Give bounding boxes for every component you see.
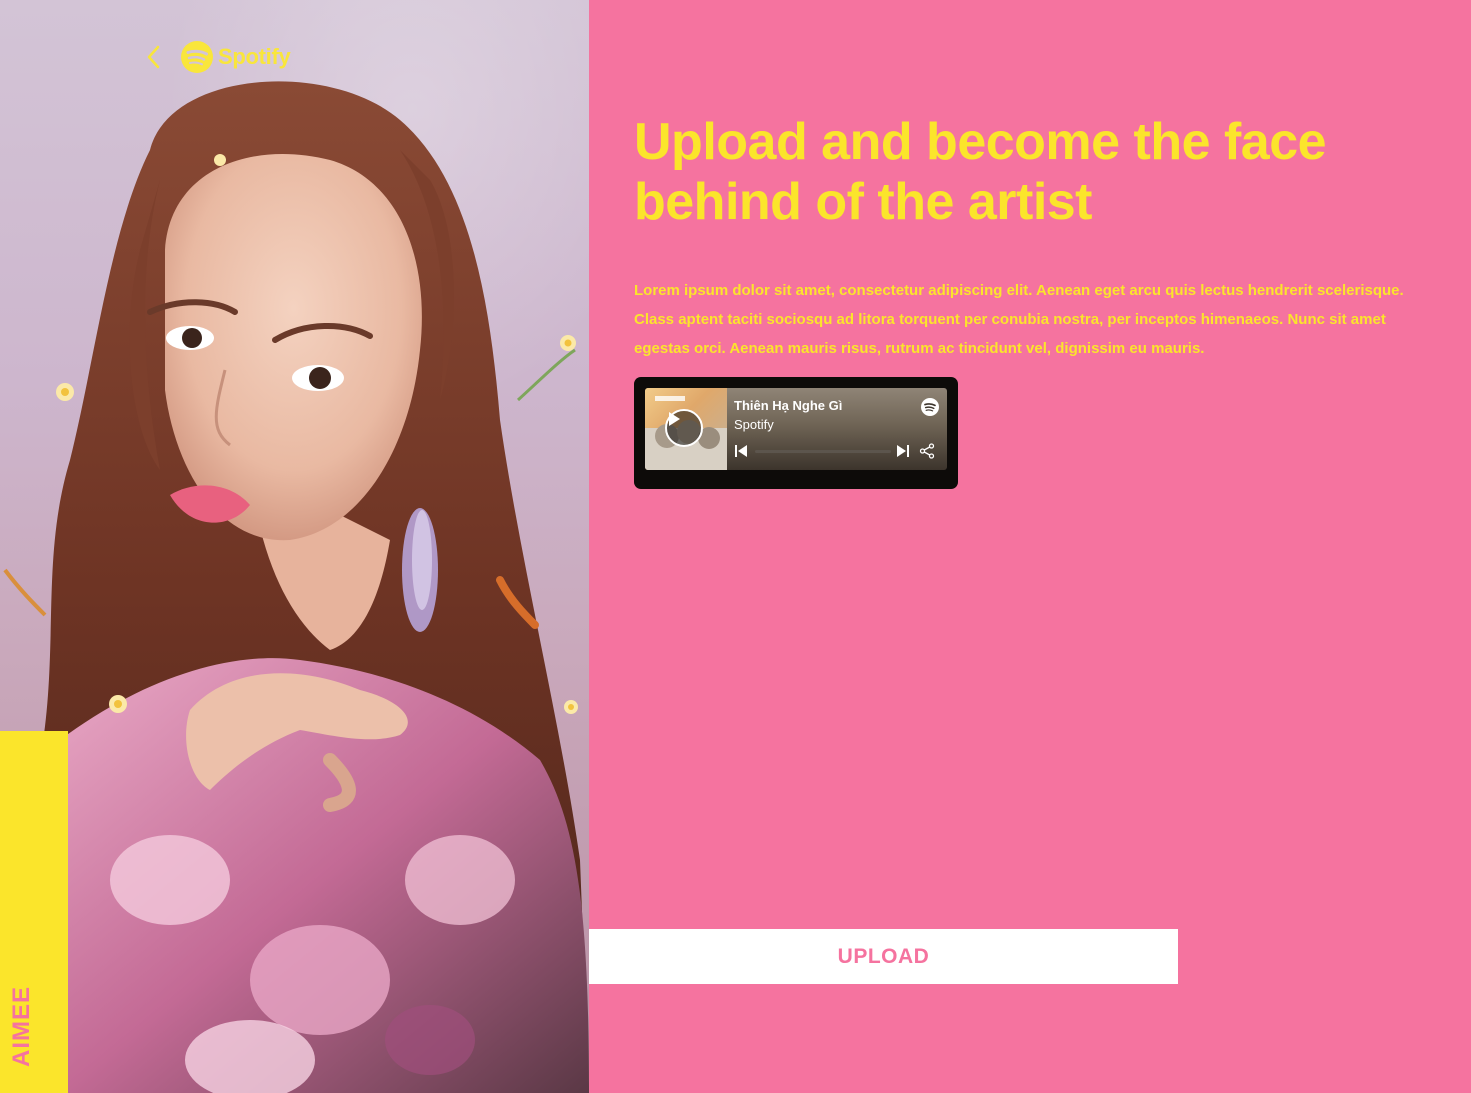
skip-forward-icon[interactable] [897,445,909,457]
spotify-logo[interactable]: Spotify [180,40,291,74]
artist-photo-panel: Spotify AIMEE [0,0,589,1093]
artist-portrait-image [3,81,589,1093]
player-card: Thiên Hạ Nghe Gì Spotify [645,388,947,470]
chevron-left-icon[interactable] [140,40,166,74]
skip-back-icon[interactable] [735,445,747,457]
page-headline: Upload and become the face behind of the… [634,113,1327,231]
spotify-logo-text: Spotify [218,44,291,69]
album-cover [645,388,727,470]
track-title[interactable]: Thiên Hạ Nghe Gì [734,398,842,413]
progress-bar[interactable] [755,450,891,453]
play-button[interactable] [665,409,703,447]
player-controls [735,443,939,459]
artist-name: AIMEE [8,985,35,1067]
artist-name-tab: AIMEE [0,731,68,1093]
top-navigation: Spotify [140,40,291,74]
upload-button[interactable]: UPLOAD [589,929,1178,984]
spotify-embed-player: Thiên Hạ Nghe Gì Spotify [634,377,958,489]
play-icon [669,412,680,426]
spotify-icon[interactable] [921,398,939,416]
page-description: Lorem ipsum dolor sit amet, consectetur … [634,282,1404,357]
spotify-logo-icon [181,41,213,73]
share-icon[interactable] [919,443,935,459]
track-artist[interactable]: Spotify [734,417,774,432]
